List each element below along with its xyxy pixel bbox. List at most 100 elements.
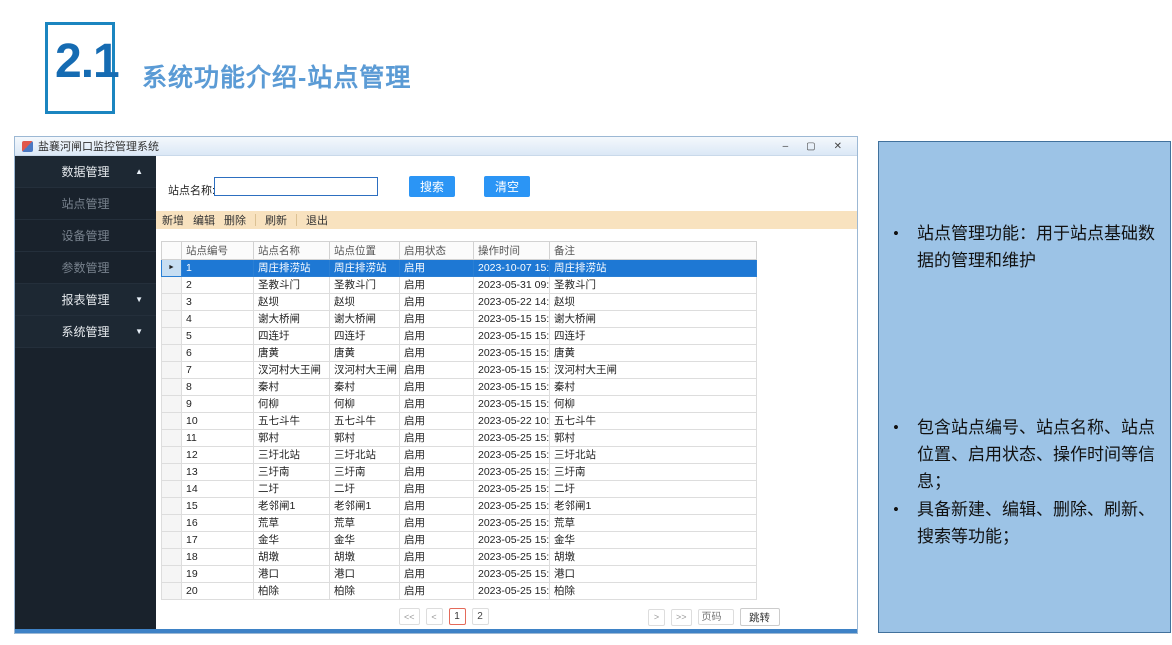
search-button[interactable]: 搜索 xyxy=(409,176,455,197)
table-cell: 8 xyxy=(182,379,254,396)
site-name-input[interactable] xyxy=(214,177,378,196)
row-selector-cell[interactable] xyxy=(162,328,182,345)
table-row[interactable]: 20柏除柏除启用2023-05-25 15:44:38柏除 xyxy=(162,583,757,600)
table-row[interactable]: 14二圩二圩启用2023-05-25 15:44:38二圩 xyxy=(162,481,757,498)
row-selector-cell[interactable] xyxy=(162,430,182,447)
table-cell: 汊河村大王闸 xyxy=(254,362,330,379)
table-row[interactable]: 7汊河村大王闸汊河村大王闸启用2023-05-15 15:55:21汊河村大王闸 xyxy=(162,362,757,379)
first-page-button[interactable]: << xyxy=(399,608,420,625)
table-cell: 五七斗牛 xyxy=(550,413,757,430)
grid-toolbar: 新增 编辑 删除 刷新 退出 xyxy=(156,211,857,229)
table-cell: 秦村 xyxy=(254,379,330,396)
row-selector-cell[interactable] xyxy=(162,311,182,328)
row-selector-cell[interactable] xyxy=(162,515,182,532)
table-row[interactable]: 15老邻闸1老邻闸1启用2023-05-25 15:44:38老邻闸1 xyxy=(162,498,757,515)
sidebar-item-label: 系统管理 xyxy=(61,323,109,340)
exit-button[interactable]: 退出 xyxy=(306,212,328,228)
row-selector-cell[interactable] xyxy=(162,549,182,566)
row-selector-cell[interactable] xyxy=(162,583,182,600)
row-selector-cell[interactable] xyxy=(162,464,182,481)
table-cell: 启用 xyxy=(400,583,474,600)
row-selector-cell[interactable] xyxy=(162,481,182,498)
table-cell: 启用 xyxy=(400,566,474,583)
table-cell: 19 xyxy=(182,566,254,583)
table-row[interactable]: 11郭村郭村启用2023-05-25 15:44:38郭村 xyxy=(162,430,757,447)
page-title: 系统功能介绍-站点管理 xyxy=(142,58,411,94)
close-icon[interactable]: ✕ xyxy=(834,141,842,152)
minimize-icon[interactable]: – xyxy=(783,141,789,152)
bullet-icon: • xyxy=(893,414,917,495)
last-page-button[interactable]: >> xyxy=(671,609,692,626)
row-selector-cell[interactable] xyxy=(162,345,182,362)
table-row[interactable]: 4谢大桥闸谢大桥闸启用2023-05-15 15:54:47谢大桥闸 xyxy=(162,311,757,328)
table-cell: 唐黄 xyxy=(254,345,330,362)
row-selector-cell[interactable] xyxy=(162,566,182,583)
table-cell: 谢大桥闸 xyxy=(254,311,330,328)
column-header-site-id[interactable]: 站点编号 xyxy=(182,242,254,260)
row-selector-cell[interactable] xyxy=(162,277,182,294)
table-row[interactable]: 6唐黄唐黄启用2023-05-15 15:55:12唐黄 xyxy=(162,345,757,362)
row-selector-cell[interactable] xyxy=(162,294,182,311)
sidebar-item-site-management[interactable]: 站点管理 xyxy=(15,188,156,220)
table-row[interactable]: 3赵坝赵坝启用2023-05-22 14:32:02赵坝 xyxy=(162,294,757,311)
table-row[interactable]: 12三圩北站三圩北站启用2023-05-25 15:44:38三圩北站 xyxy=(162,447,757,464)
row-selector-cell[interactable]: ► xyxy=(162,260,182,277)
table-cell: 2023-05-15 15:55:12 xyxy=(474,345,550,362)
sidebar-item-device-management[interactable]: 设备管理 xyxy=(15,220,156,252)
page-button-1[interactable]: 1 xyxy=(449,608,466,625)
table-cell: 启用 xyxy=(400,328,474,345)
maximize-icon[interactable]: ▢ xyxy=(806,141,815,152)
sidebar-item-label: 站点管理 xyxy=(61,195,109,212)
table-row[interactable]: 18胡墩胡墩启用2023-05-25 15:44:38胡墩 xyxy=(162,549,757,566)
table-cell: 2023-05-25 15:44:38 xyxy=(474,583,550,600)
prev-page-button[interactable]: < xyxy=(426,608,443,625)
table-row[interactable]: 19港口港口启用2023-05-25 15:44:38港口 xyxy=(162,566,757,583)
table-row[interactable]: 8秦村秦村启用2023-05-15 15:55:32秦村 xyxy=(162,379,757,396)
refresh-button[interactable]: 刷新 xyxy=(265,212,287,228)
table-cell: 赵坝 xyxy=(550,294,757,311)
sidebar-item-system-management[interactable]: 系统管理 ▼ xyxy=(15,316,156,348)
toolbar-divider xyxy=(255,214,256,226)
table-cell: 三圩北站 xyxy=(254,447,330,464)
column-header-operation-time[interactable]: 操作时间 xyxy=(474,242,550,260)
page-number-input[interactable] xyxy=(698,609,734,625)
table-cell: 2023-05-25 15:44:38 xyxy=(474,498,550,515)
row-selector-cell[interactable] xyxy=(162,532,182,549)
table-cell: 胡墩 xyxy=(254,549,330,566)
edit-button[interactable]: 编辑 xyxy=(193,212,215,228)
table-row[interactable]: ►1周庄排涝站周庄排涝站启用2023-10-07 15:02:02周庄排涝站 xyxy=(162,260,757,277)
table-cell: 老邻闸1 xyxy=(550,498,757,515)
column-header-site-location[interactable]: 站点位置 xyxy=(330,242,400,260)
row-selector-cell[interactable] xyxy=(162,447,182,464)
row-selector-cell[interactable] xyxy=(162,396,182,413)
table-row[interactable]: 10五七斗牛五七斗牛启用2023-05-22 10:45:28五七斗牛 xyxy=(162,413,757,430)
column-header-site-name[interactable]: 站点名称 xyxy=(254,242,330,260)
column-header-enable-status[interactable]: 启用状态 xyxy=(400,242,474,260)
table-row[interactable]: 9何柳何柳启用2023-05-15 15:55:55何柳 xyxy=(162,396,757,413)
section-number: 2.1 xyxy=(55,34,119,89)
row-selector-cell[interactable] xyxy=(162,362,182,379)
clear-button[interactable]: 清空 xyxy=(484,176,530,197)
add-button[interactable]: 新增 xyxy=(162,212,184,228)
table-cell: 2023-10-07 15:02:02 xyxy=(474,260,550,277)
table-row[interactable]: 2圣教斗门圣教斗门启用2023-05-31 09:35:10圣教斗门 xyxy=(162,277,757,294)
table-cell: 启用 xyxy=(400,447,474,464)
column-header-remark[interactable]: 备注 xyxy=(550,242,757,260)
row-selector-cell[interactable] xyxy=(162,379,182,396)
sidebar-item-report-management[interactable]: 报表管理 ▼ xyxy=(15,284,156,316)
sidebar-item-parameter-management[interactable]: 参数管理 xyxy=(15,252,156,284)
table-row[interactable]: 16荒草荒草启用2023-05-25 15:44:38荒草 xyxy=(162,515,757,532)
table-cell: 圣教斗门 xyxy=(550,277,757,294)
page-button-2[interactable]: 2 xyxy=(472,608,489,625)
table-row[interactable]: 5四连圩四连圩启用2023-05-15 15:55:00四连圩 xyxy=(162,328,757,345)
table-row[interactable]: 17金华金华启用2023-05-25 15:44:38金华 xyxy=(162,532,757,549)
jump-button[interactable]: 跳转 xyxy=(740,608,780,626)
table-row[interactable]: 13三圩南三圩南启用2023-05-25 15:44:38三圩南 xyxy=(162,464,757,481)
delete-button[interactable]: 删除 xyxy=(224,212,246,228)
row-selector-cell[interactable] xyxy=(162,413,182,430)
table-cell: 启用 xyxy=(400,515,474,532)
row-selector-cell[interactable] xyxy=(162,498,182,515)
sidebar-item-data-management[interactable]: 数据管理 ▲ xyxy=(15,156,156,188)
next-page-button[interactable]: > xyxy=(648,609,665,626)
table-cell: 2023-05-31 09:35:10 xyxy=(474,277,550,294)
